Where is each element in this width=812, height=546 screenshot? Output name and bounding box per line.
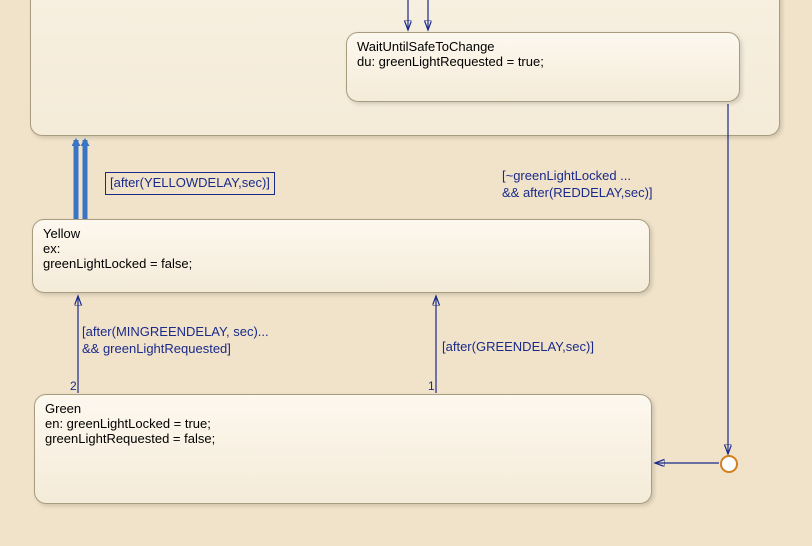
label-g2y-2-line1: [after(MINGREENDELAY, sec)... bbox=[82, 324, 269, 341]
state-green-body2: greenLightRequested = false; bbox=[45, 431, 641, 446]
label-red-to-green-line1: [~greenLightLocked ... bbox=[502, 168, 653, 185]
state-green-title: Green bbox=[45, 401, 641, 416]
state-yellow: Yellow ex: greenLightLocked = false; bbox=[32, 219, 650, 293]
label-red-to-green: [~greenLightLocked ... && after(REDDELAY… bbox=[502, 168, 653, 202]
label-yellow-to-red: [after(YELLOWDELAY,sec)] bbox=[105, 172, 275, 195]
label-green-to-yellow-1: [after(GREENDELAY,sec)] bbox=[442, 339, 594, 356]
priority-1: 1 bbox=[428, 379, 435, 393]
state-wait: WaitUntilSafeToChange du: greenLightRequ… bbox=[346, 32, 740, 102]
state-yellow-title: Yellow bbox=[43, 226, 639, 241]
state-green-body1: en: greenLightLocked = true; bbox=[45, 416, 641, 431]
state-wait-title: WaitUntilSafeToChange bbox=[357, 39, 729, 54]
state-yellow-body1: ex: bbox=[43, 241, 639, 256]
label-green-to-yellow-2: [after(MINGREENDELAY, sec)... && greenLi… bbox=[82, 324, 269, 358]
initial-node-icon bbox=[720, 455, 738, 473]
state-yellow-body2: greenLightLocked = false; bbox=[43, 256, 639, 271]
priority-2: 2 bbox=[70, 379, 77, 393]
label-red-to-green-line2: && after(REDDELAY,sec)] bbox=[502, 185, 653, 202]
state-green: Green en: greenLightLocked = true; green… bbox=[34, 394, 652, 504]
label-g2y-2-line2: && greenLightRequested] bbox=[82, 341, 269, 358]
state-wait-body: du: greenLightRequested = true; bbox=[357, 54, 729, 69]
